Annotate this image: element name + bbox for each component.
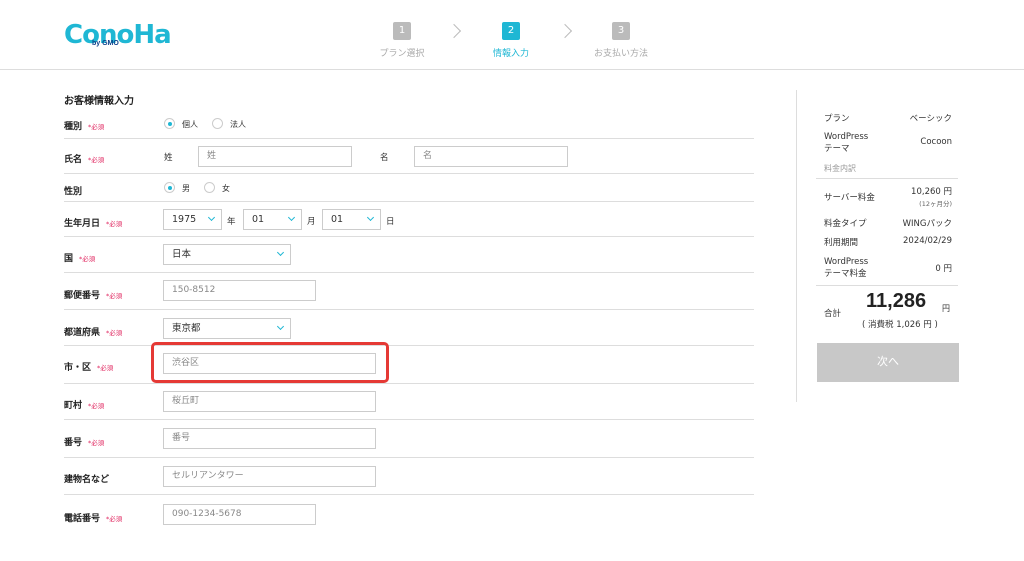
step-number: 2 — [502, 22, 520, 40]
summary-theme: WordPress テーマ Cocoon — [824, 131, 952, 155]
field-label: 都道府県 *必須 — [64, 328, 123, 338]
first-name-input[interactable]: 名 — [414, 146, 568, 167]
summary-value: WINGパック — [902, 219, 952, 229]
logo-sub-text: by GMO — [92, 40, 119, 47]
row-name: 氏名 *必須 姓 姓 名 名 — [64, 139, 754, 174]
form-title: お客様情報入力 — [64, 96, 134, 107]
row-gender: 性別 男 女 — [64, 174, 754, 202]
summary-note: (12ヶ月分) — [919, 200, 952, 208]
chevron-down-icon — [276, 322, 285, 331]
field-label: 氏名 *必須 — [64, 155, 105, 165]
row-type: 種別 *必須 個人 法人 — [64, 110, 754, 139]
radio-label: 法人 — [230, 120, 246, 129]
summary-label: プラン — [824, 114, 850, 124]
step-number: 3 — [612, 22, 630, 40]
summary-label: 利用期間 — [824, 238, 859, 248]
field-label: 国 *必須 — [64, 254, 96, 264]
birth-day-select[interactable]: 01 — [322, 209, 381, 230]
chevron-down-icon — [366, 213, 375, 222]
sidebar-divider — [796, 90, 797, 402]
step-number: 1 — [393, 22, 411, 40]
radio-label: 女 — [222, 184, 230, 193]
row-postal: 郵便番号 *必須 150-8512 — [64, 273, 754, 310]
highlight-box — [151, 342, 389, 383]
field-label: 町村 *必須 — [64, 401, 105, 411]
step-info: 2 情報入力 — [471, 18, 551, 59]
summary-server-fee: サーバー料金 10,260 円 (12ヶ月分) — [824, 185, 952, 209]
next-button[interactable]: 次へ — [817, 343, 959, 382]
radio-female[interactable] — [204, 182, 215, 193]
chevron-down-icon — [207, 213, 216, 222]
radio-individual[interactable] — [164, 118, 175, 129]
step-label: プラン選択 — [379, 49, 425, 59]
summary-label: WordPress テーマ料金 — [824, 257, 869, 279]
chevron-right-icon — [557, 23, 573, 39]
field-label: 性別 — [64, 187, 83, 197]
total-amount: 11,286 — [866, 290, 927, 312]
field-label: 郵便番号 *必須 — [64, 291, 123, 301]
conoha-logo[interactable]: ConoHa by GMO — [64, 20, 172, 52]
summary-value: 0 円 — [935, 264, 952, 274]
day-unit: 日 — [386, 217, 395, 227]
town-input[interactable]: 桜丘町 — [163, 391, 376, 412]
year-unit: 年 — [227, 217, 236, 227]
row-birthdate: 生年月日 *必須 1975 年 01 月 01 日 — [64, 202, 754, 237]
field-label: 生年月日 *必須 — [64, 219, 123, 229]
month-unit: 月 — [307, 217, 316, 227]
summary-value: 2024/02/29 — [903, 236, 952, 246]
summary-fee-type: 料金タイプ WINGパック — [824, 217, 952, 229]
summary-label: WordPress テーマ — [824, 132, 869, 154]
step-plan: 1 プラン選択 — [362, 18, 442, 59]
summary-plan: プラン ベーシック — [824, 112, 952, 124]
row-country: 国 *必須 日本 — [64, 237, 754, 273]
step-label: お支払い方法 — [593, 49, 648, 59]
summary-divider — [816, 285, 958, 286]
summary-label: 合計 — [824, 309, 842, 319]
summary-label: 料金内訳 — [824, 164, 856, 173]
field-label: 市・区 *必須 — [64, 363, 114, 373]
field-label: 種別 *必須 — [64, 122, 105, 132]
phone-input[interactable]: 090-1234-5678 — [163, 504, 316, 525]
field-label: 建物名など — [64, 475, 110, 485]
address-number-input[interactable]: 番号 — [163, 428, 376, 449]
building-input[interactable]: セルリアンタワー — [163, 466, 376, 487]
summary-value: ベーシック — [909, 114, 952, 124]
chevron-down-icon — [276, 248, 285, 257]
birth-year-select[interactable]: 1975 — [163, 209, 222, 230]
field-label: 番号 *必須 — [64, 438, 105, 448]
country-select[interactable]: 日本 — [163, 244, 291, 265]
radio-corporate[interactable] — [212, 118, 223, 129]
radio-label: 男 — [182, 184, 190, 193]
row-phone: 電話番号 *必須 090-1234-5678 — [64, 495, 754, 535]
field-label: 電話番号 *必須 — [64, 514, 123, 524]
summary-theme-fee: WordPress テーマ料金 0 円 — [824, 256, 952, 280]
total-unit: 円 — [942, 304, 950, 313]
summary-label: サーバー料金 — [824, 193, 875, 203]
last-name-label: 姓 — [164, 153, 173, 163]
radio-male[interactable] — [164, 182, 175, 193]
row-prefecture: 都道府県 *必須 東京都 — [64, 310, 754, 346]
first-name-label: 名 — [380, 153, 389, 163]
last-name-input[interactable]: 姓 — [198, 146, 352, 167]
step-payment: 3 お支払い方法 — [581, 18, 661, 59]
prefecture-select[interactable]: 東京都 — [163, 318, 291, 339]
summary-value: 10,260 円 — [911, 187, 952, 197]
postal-code-input[interactable]: 150-8512 — [163, 280, 316, 301]
radio-label: 個人 — [182, 120, 198, 129]
row-number: 番号 *必須 番号 — [64, 420, 754, 458]
summary-divider — [816, 178, 958, 179]
chevron-down-icon — [287, 213, 296, 222]
summary-period: 利用期間 2024/02/29 — [824, 236, 952, 248]
chevron-right-icon — [446, 23, 462, 39]
summary-label: 料金タイプ — [824, 219, 867, 229]
row-building: 建物名など セルリアンタワー — [64, 458, 754, 495]
summary-breakdown: 料金内訳 — [824, 163, 952, 175]
birth-month-select[interactable]: 01 — [243, 209, 302, 230]
row-town: 町村 *必須 桜丘町 — [64, 384, 754, 420]
summary-value: Cocoon — [920, 137, 952, 147]
tax-note: ( 消費税 1,026 円 ) — [862, 320, 938, 330]
step-label: 情報入力 — [492, 49, 529, 59]
header: ConoHa by GMO 1 プラン選択 2 情報入力 3 お支払い方法 — [0, 0, 1024, 70]
